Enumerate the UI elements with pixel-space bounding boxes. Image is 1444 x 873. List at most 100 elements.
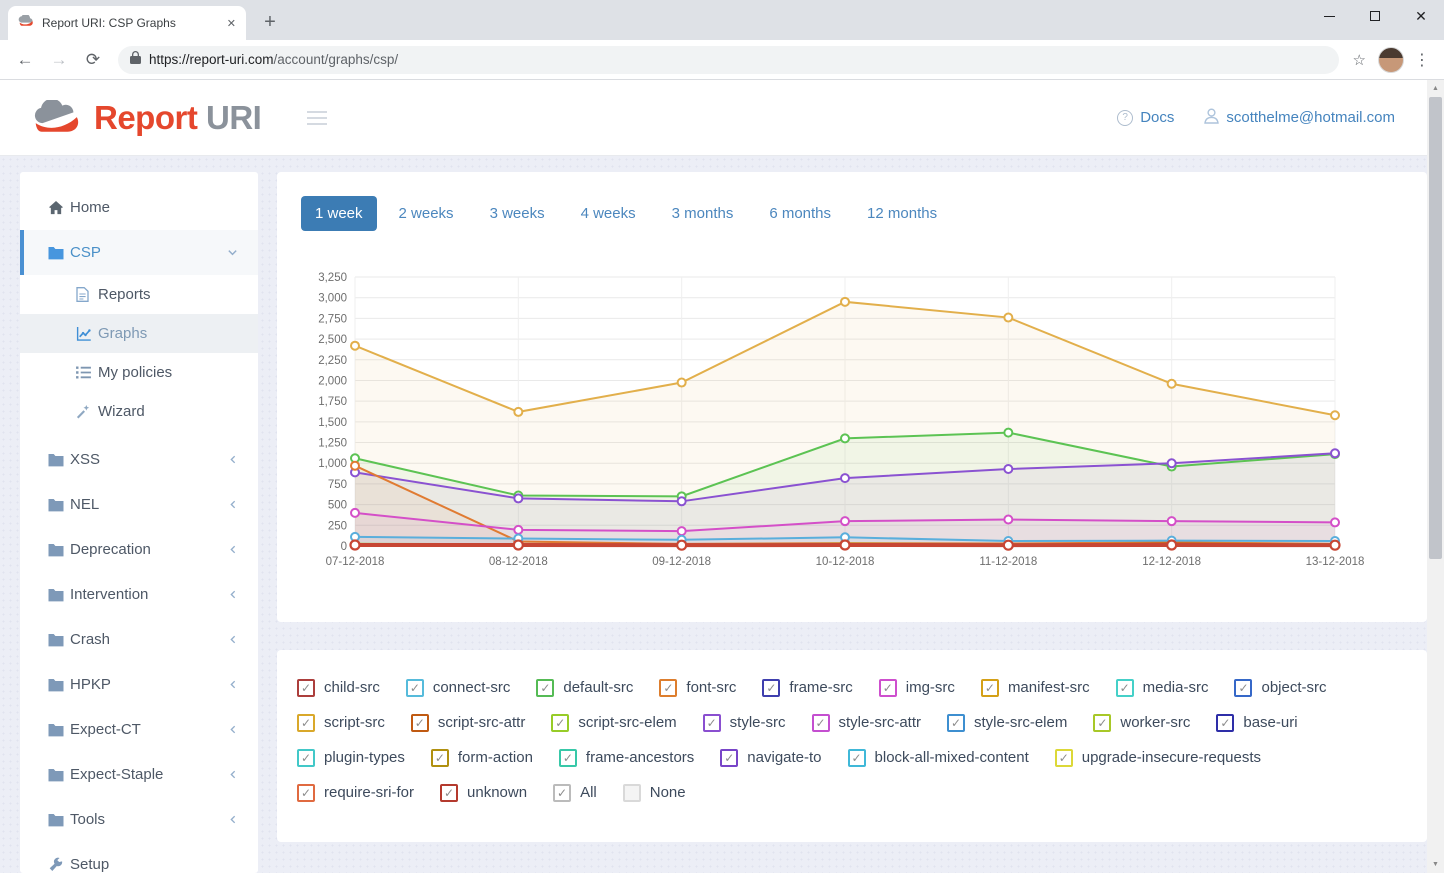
sidebar-item-xss[interactable]: XSS [20,437,258,482]
range-tab-2-weeks[interactable]: 2 weeks [385,196,468,231]
legend-item-unknown[interactable]: ✓unknown [440,784,527,802]
legend-checkbox-font-src[interactable]: ✓ [659,679,677,697]
legend-item-child-src[interactable]: ✓child-src [297,679,380,697]
window-minimize-icon[interactable] [1306,0,1352,32]
sidebar-item-expect-ct[interactable]: Expect-CT [20,707,258,752]
legend-checkbox-plugin-types[interactable]: ✓ [297,749,315,767]
legend-item-style-src-attr[interactable]: ✓style-src-attr [812,714,922,732]
sidebar-item-reports[interactable]: Reports [20,275,258,314]
legend-item-none[interactable]: None [623,784,686,802]
legend-checkbox-object-src[interactable]: ✓ [1234,679,1252,697]
legend-item-all[interactable]: ✓All [553,784,597,802]
range-tab-1-week[interactable]: 1 week [301,196,377,231]
legend-item-form-action[interactable]: ✓form-action [431,749,533,767]
legend-checkbox-media-src[interactable]: ✓ [1116,679,1134,697]
legend-item-frame-ancestors[interactable]: ✓frame-ancestors [559,749,694,767]
legend-item-style-src-elem[interactable]: ✓style-src-elem [947,714,1067,732]
range-tab-6-months[interactable]: 6 months [755,196,845,231]
sidebar-item-crash[interactable]: Crash [20,617,258,662]
legend-checkbox-form-action[interactable]: ✓ [431,749,449,767]
legend-item-plugin-types[interactable]: ✓plugin-types [297,749,405,767]
legend-checkbox-frame-src[interactable]: ✓ [762,679,780,697]
sidebar-item-graphs[interactable]: Graphs [20,314,258,353]
legend-checkbox-style-src-elem[interactable]: ✓ [947,714,965,732]
legend-item-navigate-to[interactable]: ✓navigate-to [720,749,821,767]
legend-item-img-src[interactable]: ✓img-src [879,679,955,697]
range-tab-3-months[interactable]: 3 months [658,196,748,231]
scrollbar-down-icon[interactable]: ▼ [1427,856,1444,873]
legend-checkbox-img-src[interactable]: ✓ [879,679,897,697]
sidebar-item-my-policies[interactable]: My policies [20,353,258,392]
legend-item-default-src[interactable]: ✓default-src [536,679,633,697]
legend-item-manifest-src[interactable]: ✓manifest-src [981,679,1090,697]
legend-checkbox-block-all-mixed-content[interactable]: ✓ [848,749,866,767]
legend-checkbox-navigate-to[interactable]: ✓ [720,749,738,767]
docs-link[interactable]: ? Docs [1117,109,1174,126]
sidebar-item-setup[interactable]: Setup [20,842,258,873]
forward-icon[interactable]: → [45,50,73,70]
legend-checkbox-require-sri-for[interactable]: ✓ [297,784,315,802]
sidebar-item-home[interactable]: Home [20,185,258,230]
sidebar-item-deprecation[interactable]: Deprecation [20,527,258,572]
sidebar-item-tools[interactable]: Tools [20,797,258,842]
browser-tab[interactable]: Report URI: CSP Graphs ✕ [8,6,246,40]
sidebar-item-intervention[interactable]: Intervention [20,572,258,617]
address-bar[interactable]: https://report-uri.com/account/graphs/cs… [118,46,1339,74]
legend-item-object-src[interactable]: ✓object-src [1234,679,1326,697]
legend-item-frame-src[interactable]: ✓frame-src [762,679,852,697]
scrollbar-up-icon[interactable]: ▲ [1427,80,1444,97]
legend-checkbox-style-src-attr[interactable]: ✓ [812,714,830,732]
legend-checkbox-frame-ancestors[interactable]: ✓ [559,749,577,767]
bookmark-star-icon[interactable]: ☆ [1353,51,1366,69]
report-uri-logo[interactable]: Report URI [32,99,261,137]
browser-menu-icon[interactable]: ⋮ [1414,50,1430,70]
legend-checkbox-all[interactable]: ✓ [553,784,571,802]
legend-checkbox-style-src[interactable]: ✓ [703,714,721,732]
new-tab-button[interactable]: + [256,8,284,36]
window-close-icon[interactable]: ✕ [1398,0,1444,32]
legend-item-script-src-attr[interactable]: ✓script-src-attr [411,714,526,732]
sidebar-item-nel[interactable]: NEL [20,482,258,527]
legend-item-connect-src[interactable]: ✓connect-src [406,679,511,697]
scrollbar-thumb[interactable] [1429,97,1442,559]
legend-checkbox-connect-src[interactable]: ✓ [406,679,424,697]
legend-checkbox-none[interactable] [623,784,641,802]
legend-checkbox-upgrade-insecure-requests[interactable]: ✓ [1055,749,1073,767]
sidebar-item-hpkp[interactable]: HPKP [20,662,258,707]
folder-icon [48,453,70,467]
legend-checkbox-manifest-src[interactable]: ✓ [981,679,999,697]
legend-item-media-src[interactable]: ✓media-src [1116,679,1209,697]
legend-checkbox-script-src-attr[interactable]: ✓ [411,714,429,732]
legend-item-base-uri[interactable]: ✓base-uri [1216,714,1297,732]
sidebar-item-csp[interactable]: CSP [20,230,258,275]
range-tab-4-weeks[interactable]: 4 weeks [567,196,650,231]
legend-checkbox-worker-src[interactable]: ✓ [1093,714,1111,732]
back-icon[interactable]: ← [11,50,39,70]
reload-icon[interactable]: ⟳ [79,50,107,70]
legend-item-require-sri-for[interactable]: ✓require-sri-for [297,784,414,802]
legend-item-script-src[interactable]: ✓script-src [297,714,385,732]
window-maximize-icon[interactable] [1352,0,1398,32]
page-scrollbar[interactable]: ▲ ▼ [1427,80,1444,873]
tab-close-icon[interactable]: ✕ [227,17,236,30]
profile-avatar[interactable] [1378,47,1404,73]
legend-checkbox-default-src[interactable]: ✓ [536,679,554,697]
legend-item-font-src[interactable]: ✓font-src [659,679,736,697]
legend-checkbox-unknown[interactable]: ✓ [440,784,458,802]
hamburger-menu-icon[interactable] [303,107,331,129]
legend-item-worker-src[interactable]: ✓worker-src [1093,714,1190,732]
legend-checkbox-base-uri[interactable]: ✓ [1216,714,1234,732]
sidebar-item-expect-staple[interactable]: Expect-Staple [20,752,258,797]
sidebar-item-label: Graphs [98,325,147,342]
legend-item-script-src-elem[interactable]: ✓script-src-elem [551,714,676,732]
legend-checkbox-script-src[interactable]: ✓ [297,714,315,732]
legend-item-block-all-mixed-content[interactable]: ✓block-all-mixed-content [848,749,1029,767]
legend-item-style-src[interactable]: ✓style-src [703,714,786,732]
legend-checkbox-child-src[interactable]: ✓ [297,679,315,697]
sidebar-item-wizard[interactable]: Wizard [20,392,258,431]
legend-checkbox-script-src-elem[interactable]: ✓ [551,714,569,732]
legend-item-upgrade-insecure-requests[interactable]: ✓upgrade-insecure-requests [1055,749,1261,767]
account-menu[interactable]: scotthelme@hotmail.com [1204,108,1395,128]
range-tab-12-months[interactable]: 12 months [853,196,951,231]
range-tab-3-weeks[interactable]: 3 weeks [476,196,559,231]
